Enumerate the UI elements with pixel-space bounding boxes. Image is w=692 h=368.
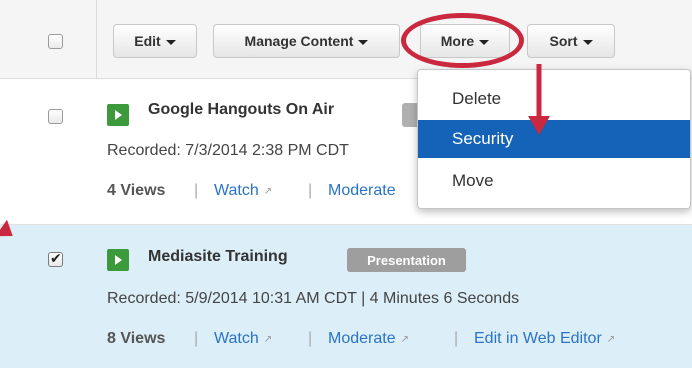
play-icon (107, 104, 129, 126)
edit-button[interactable]: Edit (113, 24, 197, 58)
watch-link[interactable]: Watch ↗ (214, 182, 272, 200)
watch-link[interactable]: Watch ↗ (214, 330, 272, 348)
views-count: 8 Views (107, 330, 166, 347)
presentation-badge: Presentation (347, 248, 466, 272)
recorded-info: Recorded: 5/9/2014 10:31 AM CDT | 4 Minu… (107, 290, 520, 307)
highlight-ellipse (401, 13, 524, 68)
checkmark-icon: ✔ (50, 251, 62, 267)
select-all-checkbox[interactable] (48, 34, 63, 49)
separator: | (308, 182, 313, 199)
edit-in-web-editor-label: Edit in Web Editor (474, 330, 602, 347)
row-checkbox[interactable]: ✔ (48, 251, 63, 267)
external-link-icon: ↗ (263, 185, 273, 197)
views-count: 4 Views (107, 182, 166, 199)
separator: | (308, 330, 313, 347)
watch-link-label: Watch (214, 330, 259, 347)
manage-content-button[interactable]: Manage Content (213, 24, 400, 58)
external-link-icon: ↗ (400, 333, 409, 345)
manage-content-label: Manage Content (244, 33, 354, 49)
separator: | (194, 330, 199, 347)
moderate-link[interactable]: Moderate (328, 182, 396, 200)
menu-item-move[interactable]: Move (418, 162, 690, 200)
caret-down-icon (165, 39, 176, 45)
sort-button[interactable]: Sort (527, 24, 615, 58)
presentation-title[interactable]: Mediasite Training (148, 248, 288, 266)
watch-link-label: Watch (214, 182, 259, 199)
separator: | (454, 330, 459, 347)
external-link-icon: ↗ (263, 333, 273, 345)
moderate-link-label: Moderate (328, 182, 396, 199)
play-icon (107, 249, 129, 271)
caret-down-icon (358, 39, 369, 45)
recorded-info: Recorded: 7/3/2014 2:38 PM CDT (107, 142, 349, 159)
edit-in-web-editor-link[interactable]: Edit in Web Editor ↗ (474, 330, 615, 348)
callout-arrow-icon (528, 64, 550, 135)
edit-button-label: Edit (134, 33, 161, 49)
moderate-link[interactable]: Moderate ↗ (328, 330, 409, 348)
moderate-link-label: Moderate (328, 330, 396, 347)
separator: | (194, 182, 199, 199)
presentation-title[interactable]: Google Hangouts On Air (148, 101, 334, 119)
sort-button-label: Sort (549, 33, 578, 49)
row-checkbox[interactable] (48, 109, 63, 124)
external-link-icon: ↗ (606, 333, 616, 345)
caret-down-icon (582, 39, 593, 45)
toolbar-divider (96, 0, 97, 78)
